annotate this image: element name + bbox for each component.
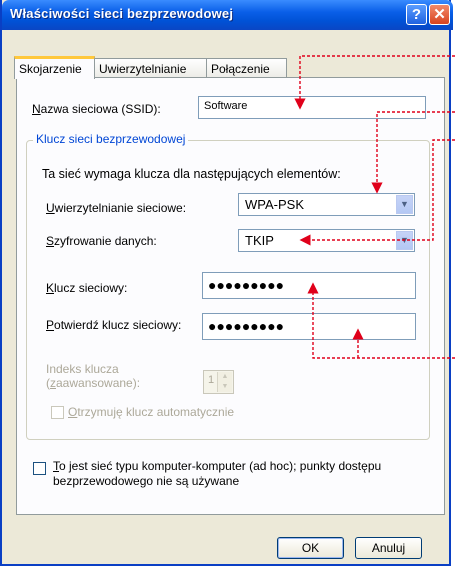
help-button[interactable]: ? [406,4,427,25]
auto-key-checkbox [51,406,64,419]
encryption-select[interactable]: TKIP ▼ [238,229,415,252]
tab-polaczenie[interactable]: Połączenie [206,58,287,78]
ssid-input[interactable]: Software [198,96,426,119]
network-key-input[interactable]: ●●●●●●●●● [202,272,416,299]
auto-key-label: Otrzymuję klucz automatycznie [68,405,235,419]
confirm-key-input[interactable]: ●●●●●●●●● [202,313,416,340]
tab-uwierzytelnianie[interactable]: Uwierzytelnianie [94,58,207,78]
spin-up-icon: ▲ [221,373,229,380]
encryption-label: Szyfrowanie danych: [46,234,157,248]
encryption-value: TKIP [245,233,274,248]
tab-skojarzenie[interactable]: Skojarzenie [14,56,95,79]
close-button[interactable]: ✕ [429,4,450,25]
adhoc-label: To jest sieć typu komputer-komputer (ad … [53,459,382,488]
adhoc-checkbox[interactable] [33,462,46,475]
confirm-key-label: Potwierdź klucz sieciowy: [46,318,182,332]
ok-button[interactable]: OK [277,537,344,559]
group-description: Ta sieć wymaga klucza dla następujących … [42,167,341,181]
cancel-button[interactable]: Anuluj [355,537,422,559]
group-title: Klucz sieci bezprzewodowej [33,132,189,146]
window-title: Właściwości sieci bezprzewodowej [10,6,234,21]
spinner-buttons: ▲ ▼ [217,372,232,392]
auth-label: Uwierzytelnianie sieciowe: [46,201,187,215]
ssid-label: Nazwa sieciowa (SSID): [32,102,161,116]
key-index-label: Indeks klucza (zaawansowane): [46,362,141,390]
network-key-label: Klucz sieciowy: [46,281,128,295]
chevron-down-icon[interactable]: ▼ [396,195,413,214]
key-index-spinner: 1 ▲ ▼ [203,370,234,394]
spin-down-icon: ▼ [221,383,229,390]
chevron-down-icon[interactable]: ▼ [396,231,413,250]
auth-value: WPA-PSK [245,197,304,212]
key-index-value: 1 [208,374,215,386]
auth-select[interactable]: WPA-PSK ▼ [238,193,415,216]
title-bar[interactable]: Właściwości sieci bezprzewodowej ? ✕ [2,0,453,30]
